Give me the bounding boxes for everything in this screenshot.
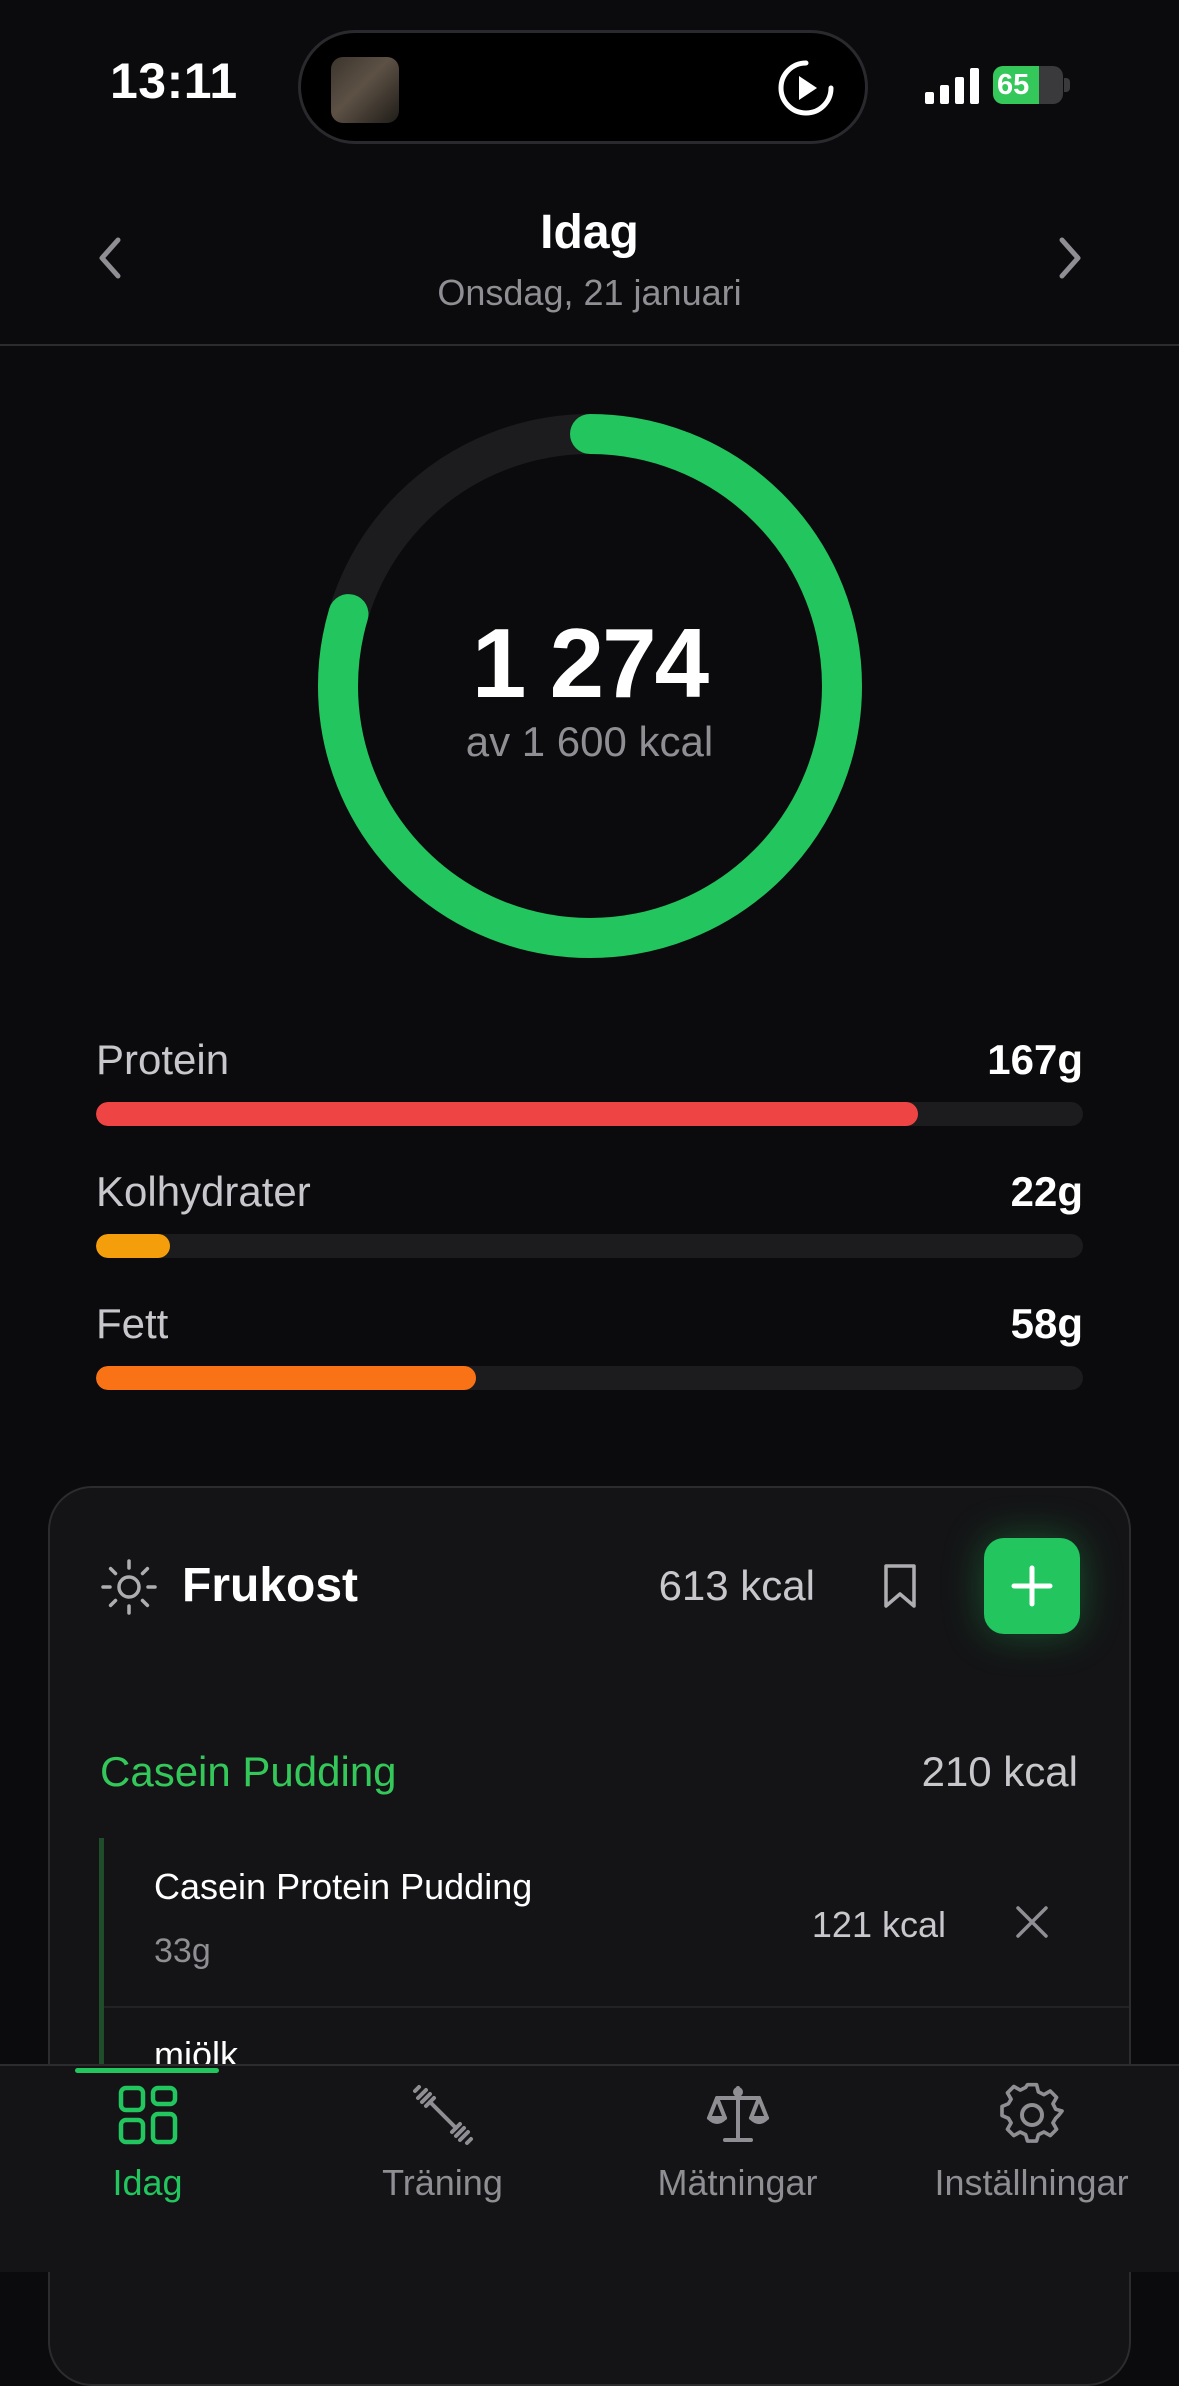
gear-icon <box>1000 2082 1064 2143</box>
macro-fill-carbs <box>96 1234 171 1258</box>
recipe-kcal: 210 kcal <box>921 1748 1078 1795</box>
plus-icon <box>1011 1565 1053 1607</box>
ingredient-name: Casein Protein Pudding <box>154 1866 533 1907</box>
macro-bar-protein <box>96 1102 1083 1126</box>
meal-title: Frukost <box>182 1559 359 1612</box>
ingredient-amount: 33g <box>154 1932 211 1970</box>
macro-value-protein: 167g <box>987 1036 1083 1083</box>
page-title: Idag <box>540 206 639 259</box>
header-divider <box>0 344 1179 346</box>
close-icon[interactable] <box>1012 1902 1052 1942</box>
status-time: 13:11 <box>110 53 238 109</box>
sun-icon <box>101 1559 157 1615</box>
tab-label: Mätningar <box>657 2162 818 2203</box>
chevron-right-icon[interactable] <box>1050 230 1090 286</box>
tab-label: Idag <box>112 2162 183 2203</box>
macro-label-fat: Fett <box>96 1300 169 1347</box>
grid-icon <box>118 2085 178 2145</box>
bookmark-icon[interactable] <box>880 1562 920 1610</box>
macro-fill-protein <box>96 1102 919 1126</box>
add-food-button[interactable] <box>984 1538 1080 1634</box>
battery-percent: 65 <box>997 69 1030 101</box>
ingredient-kcal: 121 kcal <box>811 1904 946 1945</box>
macro-fill-fat <box>96 1366 476 1390</box>
macro-label-carbs: Kolhydrater <box>96 1168 311 1215</box>
calories-goal: av 1 600 kcal <box>465 718 714 765</box>
macro-label-protein: Protein <box>96 1036 230 1083</box>
cellular-signal-icon <box>925 68 979 104</box>
tab-label: Träning <box>382 2162 503 2203</box>
macro-bar-carbs <box>96 1234 1083 1258</box>
tab-settings[interactable]: Inställningar <box>884 2064 1179 2272</box>
date-subtitle: Onsdag, 21 januari <box>437 272 742 313</box>
calories-eaten: 1 274 <box>471 608 709 718</box>
now-playing-artwork[interactable] <box>331 57 399 123</box>
dynamic-island[interactable] <box>298 30 868 144</box>
macro-value-fat: 58g <box>1010 1300 1083 1347</box>
tab-label: Inställningar <box>934 2162 1129 2203</box>
tab-training[interactable]: Träning <box>295 2064 590 2272</box>
macro-bar-fat <box>96 1366 1083 1390</box>
meal-kcal: 613 kcal <box>658 1562 815 1609</box>
scale-icon <box>707 2086 769 2142</box>
tab-today[interactable]: Idag <box>0 2064 295 2272</box>
ingredient-group-rail <box>99 1838 104 2068</box>
dumbbell-icon <box>413 2085 473 2145</box>
macro-value-carbs: 22g <box>1010 1168 1083 1215</box>
tab-measurements[interactable]: Mätningar <box>590 2064 885 2272</box>
play-icon[interactable] <box>777 59 835 117</box>
battery-indicator: 65 <box>993 66 1071 104</box>
recipe-name[interactable]: Casein Pudding <box>100 1748 397 1796</box>
ingredient-divider <box>104 2006 1129 2008</box>
